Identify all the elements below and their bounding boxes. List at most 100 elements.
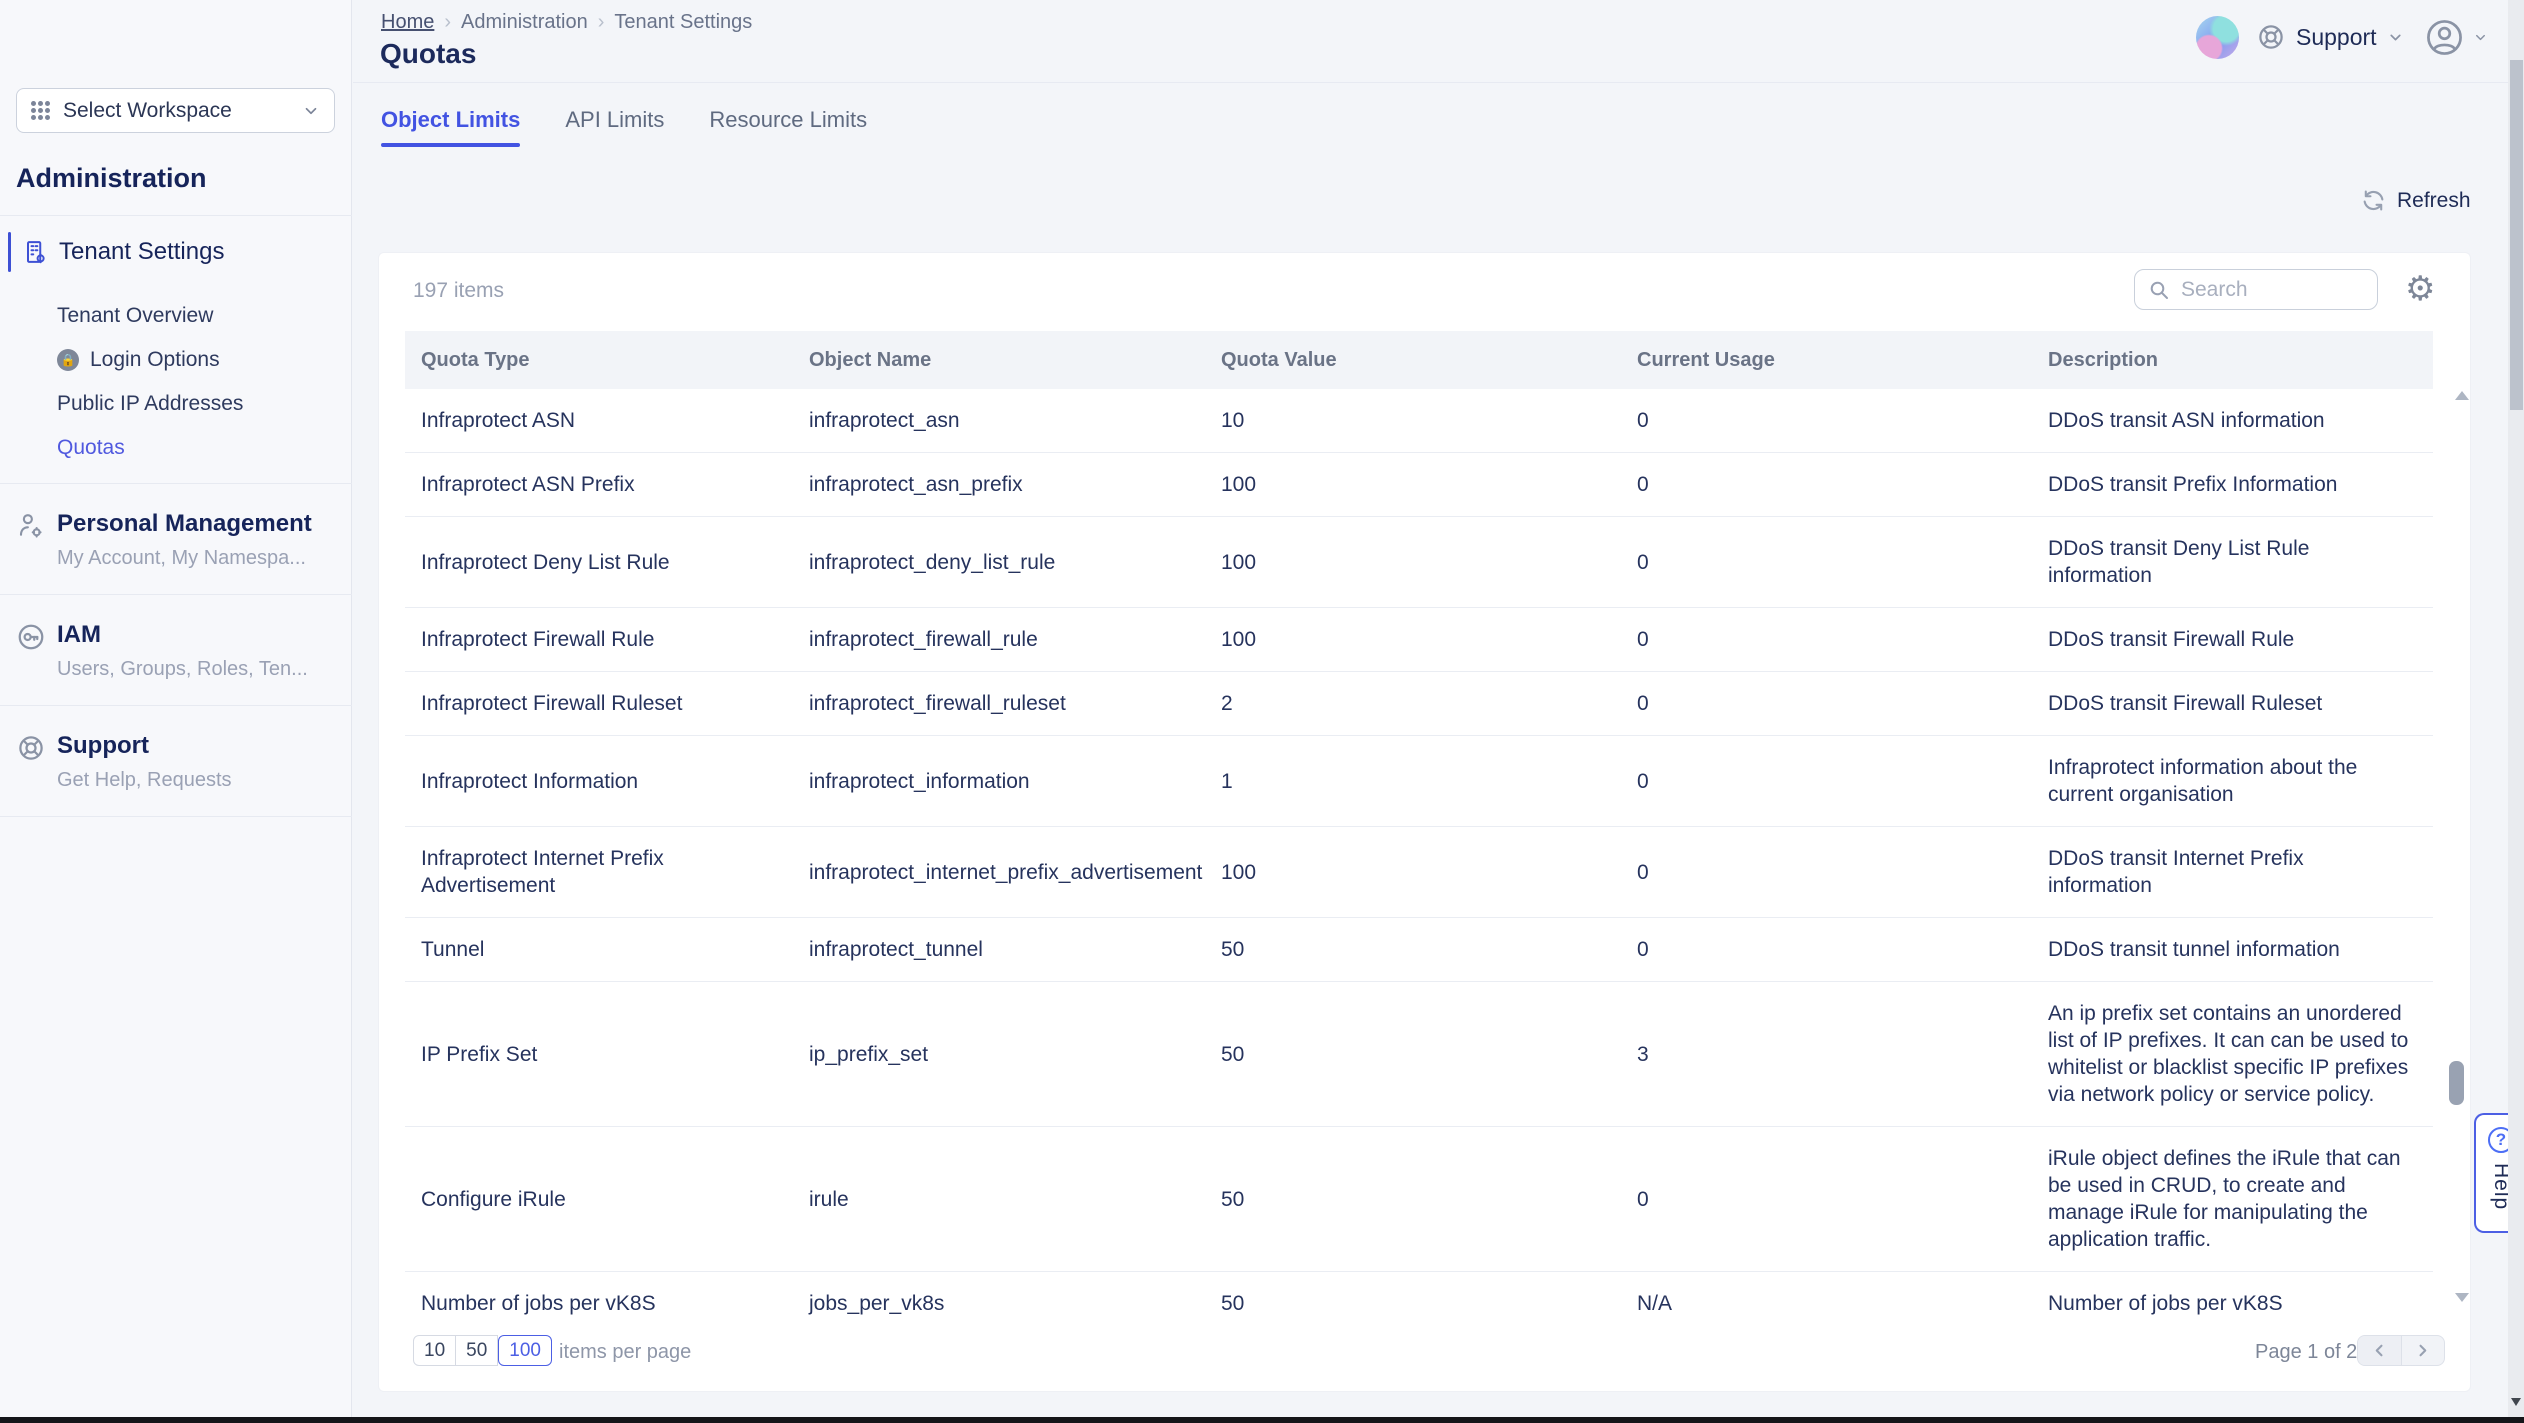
table-row: Infraprotect Internet Prefix Advertiseme… <box>405 827 2433 918</box>
column-header-object-name: Object Name <box>809 349 1221 372</box>
table-header-row: Quota TypeObject NameQuota ValueCurrent … <box>405 331 2433 389</box>
breadcrumb-separator: › <box>444 11 451 34</box>
brand-logo <box>2196 16 2239 59</box>
page-size-10[interactable]: 10 <box>413 1335 456 1366</box>
table-cell: 0 <box>1637 1186 2048 1213</box>
table-cell: Configure iRule <box>421 1186 809 1213</box>
sidebar: Select Workspace Administration Tenant S… <box>0 0 352 1417</box>
sidebar-item-label: Login Options <box>90 348 220 372</box>
table-cell: DDoS transit Deny List Rule information <box>2048 535 2433 589</box>
breadcrumb: Home › Administration › Tenant Settings <box>381 11 752 34</box>
table-cell: infraprotect_firewall_rule <box>809 626 1221 653</box>
column-header-quota-value: Quota Value <box>1221 349 1637 372</box>
table-scroll-down-arrow[interactable] <box>2455 1293 2469 1302</box>
tab-resource-limits[interactable]: Resource Limits <box>709 107 867 147</box>
support-menu[interactable]: Support <box>2256 22 2404 52</box>
sidebar-item-tenant-settings[interactable]: Tenant Settings <box>0 228 352 276</box>
tab-object-limits[interactable]: Object Limits <box>381 107 520 147</box>
table-cell: Tunnel <box>421 936 809 963</box>
sidebar-section-iam[interactable]: IAMUsers, Groups, Roles, Ten... <box>0 594 352 705</box>
lock-icon: 🔒 <box>57 349 79 371</box>
table-cell: 0 <box>1637 626 2048 653</box>
sidebar-item-login-options[interactable]: 🔒 Login Options <box>0 338 352 382</box>
table-scroll-up-arrow[interactable] <box>2455 391 2469 400</box>
quotas-table-card: 197 items ⚙ Quota TypeObject NameQuota V… <box>378 252 2471 1392</box>
building-icon <box>21 238 49 266</box>
gear-icon[interactable]: ⚙ <box>2405 269 2435 309</box>
search-input[interactable] <box>2181 278 2341 302</box>
table-cell: DDoS transit tunnel information <box>2048 936 2433 963</box>
chevron-down-icon <box>302 102 320 120</box>
refresh-button[interactable]: Refresh <box>2361 188 2471 213</box>
page-size-50[interactable]: 50 <box>456 1335 498 1366</box>
prev-page-button[interactable] <box>2358 1336 2402 1365</box>
sidebar-section-personal-management[interactable]: Personal ManagementMy Account, My Namesp… <box>0 483 352 594</box>
support-label: Support <box>2296 24 2377 51</box>
sidebar-item-label: Tenant Settings <box>59 238 224 266</box>
table-cell: infraprotect_asn <box>809 407 1221 434</box>
table-cell: An ip prefix set contains an unordered l… <box>2048 1000 2433 1108</box>
table-cell: DDoS transit ASN information <box>2048 407 2433 434</box>
table-cell: 2 <box>1221 690 1637 717</box>
page-scroll-down-arrow[interactable] <box>2511 1398 2521 1406</box>
table-cell: infraprotect_tunnel <box>809 936 1221 963</box>
table-cell: 100 <box>1221 471 1637 498</box>
table-cell: 50 <box>1221 1290 1637 1317</box>
table-cell: ip_prefix_set <box>809 1041 1221 1068</box>
page-info: Page 1 of 2 <box>2255 1341 2357 1364</box>
section-subtitle: Get Help, Requests <box>57 769 336 792</box>
user-menu[interactable] <box>2424 17 2488 58</box>
table-cell: iRule object defines the iRule that can … <box>2048 1145 2433 1253</box>
search-box <box>2134 269 2378 310</box>
table-cell: Infraprotect Firewall Rule <box>421 626 809 653</box>
table-cell: 0 <box>1637 407 2048 434</box>
sidebar-item-tenant-overview[interactable]: Tenant Overview <box>0 294 352 338</box>
section-title: Support <box>57 732 336 760</box>
table-row: Infraprotect ASN Prefixinfraprotect_asn_… <box>405 453 2433 517</box>
page-scrollbar[interactable] <box>2508 0 2524 1417</box>
workspace-selector-label: Select Workspace <box>63 99 232 123</box>
page-size-100[interactable]: 100 <box>498 1335 552 1366</box>
next-page-button[interactable] <box>2402 1336 2445 1365</box>
divider <box>353 82 2524 83</box>
section-subtitle: My Account, My Namespa... <box>57 547 336 570</box>
breadcrumb-administration[interactable]: Administration <box>461 11 588 34</box>
sidebar-item-public-ip-addresses[interactable]: Public IP Addresses <box>0 382 352 426</box>
table-cell: 3 <box>1637 1041 2048 1068</box>
table-cell: DDoS transit Prefix Information <box>2048 471 2433 498</box>
breadcrumb-tenant-settings: Tenant Settings <box>614 11 752 34</box>
table-cell: 10 <box>1221 407 1637 434</box>
breadcrumb-separator: › <box>598 11 605 34</box>
table-cell: 100 <box>1221 859 1637 886</box>
page-scrollbar-thumb[interactable] <box>2510 60 2523 410</box>
tab-api-limits[interactable]: API Limits <box>565 107 664 147</box>
table-cell: Infraprotect Firewall Ruleset <box>421 690 809 717</box>
table-cell: Number of jobs per vK8S <box>421 1290 809 1317</box>
lifering-icon <box>16 733 46 768</box>
sidebar-item-label: Tenant Overview <box>57 304 213 328</box>
table-cell: Infraprotect Information <box>421 768 809 795</box>
section-subtitle: Users, Groups, Roles, Ten... <box>57 658 336 681</box>
sidebar-item-quotas[interactable]: Quotas <box>0 426 352 470</box>
sidebar-section-support[interactable]: Support Get Help, Requests <box>0 705 352 817</box>
workspace-selector[interactable]: Select Workspace <box>16 88 335 133</box>
table-cell: 50 <box>1221 936 1637 963</box>
page-nav-group <box>2357 1335 2445 1366</box>
column-header-current-usage: Current Usage <box>1637 349 2048 372</box>
table-row: Number of jobs per vK8Sjobs_per_vk8s50N/… <box>405 1272 2433 1335</box>
table-cell: 0 <box>1637 936 2048 963</box>
table-cell: infraprotect_asn_prefix <box>809 471 1221 498</box>
column-header-quota-type: Quota Type <box>421 349 809 372</box>
table-cell: 0 <box>1637 690 2048 717</box>
sidebar-item-label: Quotas <box>57 436 125 460</box>
tabs: Object Limits API Limits Resource Limits <box>381 107 867 147</box>
table-cell: 100 <box>1221 626 1637 653</box>
lifering-icon <box>2256 22 2286 52</box>
refresh-icon <box>2361 188 2386 213</box>
table-cell: Infraprotect ASN <box>421 407 809 434</box>
breadcrumb-home[interactable]: Home <box>381 11 434 34</box>
page-size-group: 1050100 <box>413 1335 552 1366</box>
active-indicator <box>8 232 11 272</box>
table-scrollbar-thumb[interactable] <box>2449 1061 2464 1105</box>
table-cell: IP Prefix Set <box>421 1041 809 1068</box>
